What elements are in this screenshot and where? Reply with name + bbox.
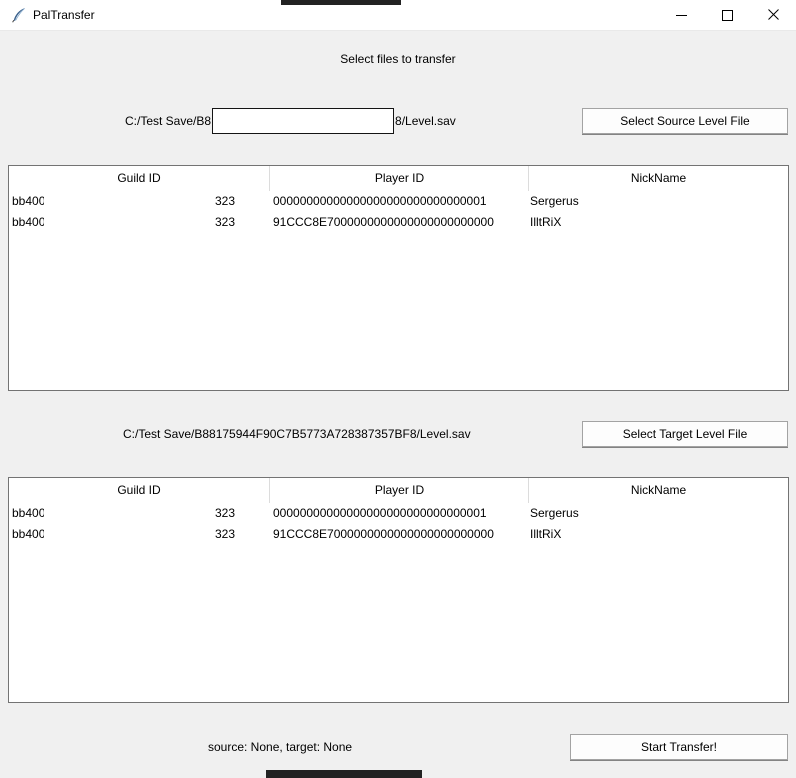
- table-row[interactable]: bb400 323 000000000000000000000000000000…: [9, 191, 788, 212]
- nickname-cell: Sergerus: [530, 506, 579, 520]
- player-id-cell: 00000000000000000000000000000001: [273, 506, 487, 520]
- guild-id-cell: 323: [214, 527, 235, 541]
- select-target-button[interactable]: Select Target Level File: [582, 421, 788, 447]
- column-header-nickname: NickName: [528, 478, 788, 503]
- background-window-sliver-top: [281, 0, 401, 5]
- player-id-cell: 91CCC8E7000000000000000000000000: [273, 215, 494, 229]
- source-table-header: Guild ID Player ID NickName: [9, 166, 788, 191]
- close-icon: [767, 8, 779, 23]
- minimize-icon: [675, 14, 687, 16]
- guild-label-cell: bb400: [12, 506, 44, 520]
- source-path-label: C:/Test Save/B8 8/Level.sav: [125, 108, 456, 134]
- guild-label-cell: bb400: [12, 527, 44, 541]
- python-feather-icon: [11, 7, 27, 23]
- nickname-cell: IlltRiX: [530, 527, 562, 541]
- column-header-guild-id: Guild ID: [117, 171, 161, 185]
- player-id-cell: 00000000000000000000000000000001: [273, 194, 487, 208]
- guild-label-cell: bb400: [12, 194, 44, 208]
- nickname-cell: IlltRiX: [530, 215, 562, 229]
- table-row[interactable]: bb400 323 91CCC8E70000000000000000000000…: [9, 212, 788, 233]
- source-path-suffix: 8/Level.sav: [395, 114, 456, 128]
- column-header-player-id: Player ID: [269, 478, 529, 503]
- status-label: source: None, target: None: [208, 740, 353, 754]
- target-table-header: Guild ID Player ID NickName: [9, 478, 788, 503]
- maximize-icon: [721, 9, 733, 21]
- paltransfer-window: PalTransfer Select files to transfer C:/…: [0, 0, 796, 778]
- nickname-cell: Sergerus: [530, 194, 579, 208]
- column-header-guild-id: Guild ID: [117, 483, 161, 497]
- guild-id-cell: 323: [214, 506, 235, 520]
- source-player-table: Guild ID Player ID NickName bb400 323 00…: [8, 165, 789, 391]
- table-row[interactable]: bb400 323 000000000000000000000000000000…: [9, 503, 788, 524]
- instruction-label: Select files to transfer: [340, 52, 456, 66]
- column-header-nickname: NickName: [528, 166, 788, 191]
- guild-label-cell: bb400: [12, 215, 44, 229]
- window-title: PalTransfer: [33, 8, 95, 22]
- start-transfer-button[interactable]: Start Transfer!: [570, 734, 788, 760]
- player-id-cell: 91CCC8E7000000000000000000000000: [273, 527, 494, 541]
- background-window-sliver-bottom: [266, 770, 422, 778]
- window-controls: [658, 0, 796, 30]
- source-path-prefix: C:/Test Save/B8: [125, 114, 212, 128]
- guild-id-cell: 323: [214, 215, 235, 229]
- target-path-label: C:/Test Save/B88175944F90C7B5773A7283873…: [123, 427, 471, 441]
- redaction-box: [212, 108, 395, 134]
- select-source-button[interactable]: Select Source Level File: [582, 108, 788, 134]
- close-button[interactable]: [750, 0, 796, 30]
- column-header-player-id: Player ID: [269, 166, 529, 191]
- maximize-button[interactable]: [704, 0, 750, 30]
- target-player-table: Guild ID Player ID NickName bb400 323 00…: [8, 477, 789, 703]
- table-row[interactable]: bb400 323 91CCC8E70000000000000000000000…: [9, 524, 788, 545]
- minimize-button[interactable]: [658, 0, 704, 30]
- guild-id-cell: 323: [214, 194, 235, 208]
